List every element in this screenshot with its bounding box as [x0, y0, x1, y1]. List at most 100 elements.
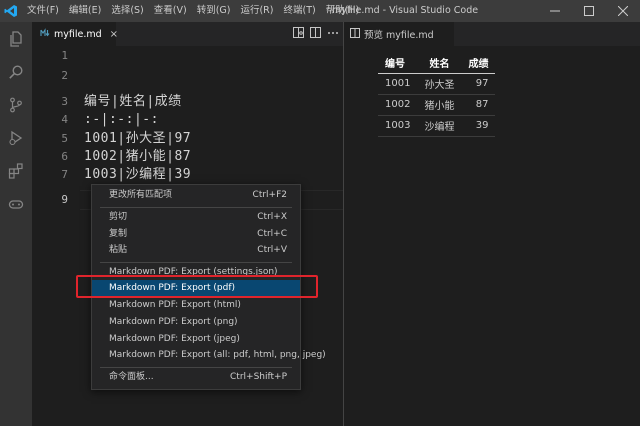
menu-item-export-png[interactable]: Markdown PDF: Export (png)	[92, 314, 300, 331]
code-line: 5 1001|孙大圣|97	[32, 129, 343, 149]
table-header-cell: 姓名	[417, 52, 462, 74]
code-line: 6 1002|猪小能|87	[32, 147, 343, 167]
menu-item-label: Markdown PDF: Export (all: pdf, html, pn…	[109, 350, 326, 360]
tab-close-icon[interactable]: ×	[110, 29, 118, 40]
menu-item-copy[interactable]: 复制 Ctrl+C	[92, 226, 300, 243]
files-icon[interactable]	[0, 22, 32, 55]
title-bar: 文件(F) 编辑(E) 选择(S) 查看(V) 转到(G) 运行(R) 终端(T…	[0, 0, 640, 22]
preview-tab-label: 预览 myfile.md	[364, 30, 434, 41]
menu-item-export-jpeg[interactable]: Markdown PDF: Export (jpeg)	[92, 331, 300, 348]
menu-file[interactable]: 文件(F)	[22, 0, 64, 22]
menu-view[interactable]: 查看(V)	[149, 0, 192, 22]
code-line: 3 编号|姓名|成绩	[32, 92, 343, 112]
table-cell: 87	[461, 94, 496, 116]
table-row: 1001 孙大圣 97	[378, 73, 496, 95]
menu-item-label: 命令面板...	[109, 372, 154, 382]
editor-actions	[293, 22, 339, 46]
menu-item-export-html[interactable]: Markdown PDF: Export (html)	[92, 297, 300, 314]
source-control-icon[interactable]	[0, 88, 32, 121]
menu-selection[interactable]: 选择(S)	[106, 0, 148, 22]
table-row: 1003 沙编程 39	[378, 115, 496, 137]
menu-item-label: 更改所有匹配项	[109, 190, 173, 200]
annotation-highlight-box	[76, 275, 318, 298]
menu-item-label: Markdown PDF: Export (jpeg)	[109, 334, 240, 344]
markdown-file-icon	[40, 27, 50, 41]
menu-bar: 文件(F) 编辑(E) 选择(S) 查看(V) 转到(G) 运行(R) 终端(T…	[22, 0, 364, 22]
line-text: 1001|孙大圣|97	[84, 131, 192, 146]
open-preview-icon[interactable]	[293, 27, 304, 41]
menu-item-label: 复制	[109, 229, 128, 239]
preview-tab-bar: 预览 myfile.md	[344, 22, 640, 46]
table-cell: 1001	[378, 73, 418, 95]
menu-item-shortcut: Ctrl+Shift+P	[230, 372, 287, 382]
line-number: 6	[61, 150, 68, 163]
line-number: 1	[61, 49, 68, 62]
menu-go[interactable]: 转到(G)	[192, 0, 236, 22]
maximize-button[interactable]	[572, 0, 606, 22]
menu-item-shortcut: Ctrl+V	[257, 245, 287, 255]
minimize-icon	[550, 10, 560, 12]
menu-separator	[100, 262, 292, 263]
tab-label: myfile.md	[54, 28, 102, 40]
menu-item-paste[interactable]: 粘贴 Ctrl+V	[92, 242, 300, 259]
search-icon[interactable]	[0, 55, 32, 88]
table-cell: 1003	[378, 115, 418, 137]
table-header-row: 编号 姓名 成绩	[378, 52, 496, 74]
more-actions-icon[interactable]	[327, 27, 339, 41]
code-line: 1	[32, 46, 343, 66]
table-cell: 猪小能	[417, 94, 462, 116]
menu-item-shortcut: Ctrl+F2	[252, 190, 287, 200]
vscode-logo-icon	[0, 0, 22, 22]
menu-item-change-all-occurrences[interactable]: 更改所有匹配项 Ctrl+F2	[92, 187, 300, 204]
line-number: 4	[61, 113, 68, 126]
table-cell: 97	[461, 73, 496, 95]
menu-terminal[interactable]: 终端(T)	[278, 0, 320, 22]
menu-item-label: Markdown PDF: Export (png)	[109, 317, 238, 327]
menu-item-shortcut: Ctrl+X	[257, 212, 287, 222]
code-line: 4 :-|:-:|-:	[32, 110, 343, 130]
menu-item-shortcut: Ctrl+C	[257, 229, 287, 239]
menu-item-command-palette[interactable]: 命令面板... Ctrl+Shift+P	[92, 369, 300, 386]
preview-icon	[350, 27, 360, 41]
minimize-button[interactable]	[538, 0, 572, 22]
close-icon	[618, 6, 628, 16]
menu-edit[interactable]: 编辑(E)	[64, 0, 106, 22]
table-header-cell: 编号	[378, 52, 418, 74]
markdown-preview-group: 预览 myfile.md 编号 姓名 成绩 1001 孙大圣 97 1002 猪…	[344, 22, 640, 426]
line-text: 编号|姓名|成绩	[84, 94, 182, 109]
menu-separator	[100, 367, 292, 368]
table-cell: 孙大圣	[417, 73, 462, 95]
editor-tab-bar: myfile.md ×	[32, 22, 343, 46]
menu-separator	[100, 207, 292, 208]
menu-item-label: 粘贴	[109, 245, 128, 255]
tab-preview-myfile-md[interactable]: 预览 myfile.md	[344, 22, 454, 46]
window-title: myfile.md - Visual Studio Code	[332, 5, 479, 16]
window-controls	[538, 0, 640, 22]
code-line: 2	[32, 66, 343, 86]
line-text: 1002|猪小能|87	[84, 149, 192, 164]
activity-bar	[0, 22, 32, 426]
line-number: 3	[61, 95, 68, 108]
line-text: :-|:-:|-:	[84, 112, 159, 127]
line-number: 2	[61, 69, 68, 82]
maximize-icon	[584, 6, 594, 16]
menu-item-cut[interactable]: 剪切 Ctrl+X	[92, 209, 300, 226]
table-cell: 沙编程	[417, 115, 462, 137]
tab-myfile-md[interactable]: myfile.md ×	[32, 22, 118, 46]
extensions-icon[interactable]	[0, 154, 32, 187]
menu-run[interactable]: 运行(R)	[235, 0, 278, 22]
menu-item-label: 剪切	[109, 212, 128, 222]
line-number: 5	[61, 132, 68, 145]
menu-item-label: Markdown PDF: Export (html)	[109, 300, 241, 310]
table-cell: 1002	[378, 94, 418, 116]
close-window-button[interactable]	[606, 0, 640, 22]
split-editor-icon[interactable]	[310, 27, 321, 41]
table-header-cell: 成绩	[461, 52, 496, 74]
run-debug-icon[interactable]	[0, 121, 32, 154]
line-number: 9	[61, 193, 68, 206]
table-row: 1002 猪小能 87	[378, 94, 496, 116]
menu-item-export-all[interactable]: Markdown PDF: Export (all: pdf, html, pn…	[92, 347, 326, 364]
table-cell: 39	[461, 115, 496, 137]
remote-icon[interactable]	[0, 187, 32, 220]
preview-table: 编号 姓名 成绩 1001 孙大圣 97 1002 猪小能 87 1003 沙编…	[378, 52, 496, 137]
